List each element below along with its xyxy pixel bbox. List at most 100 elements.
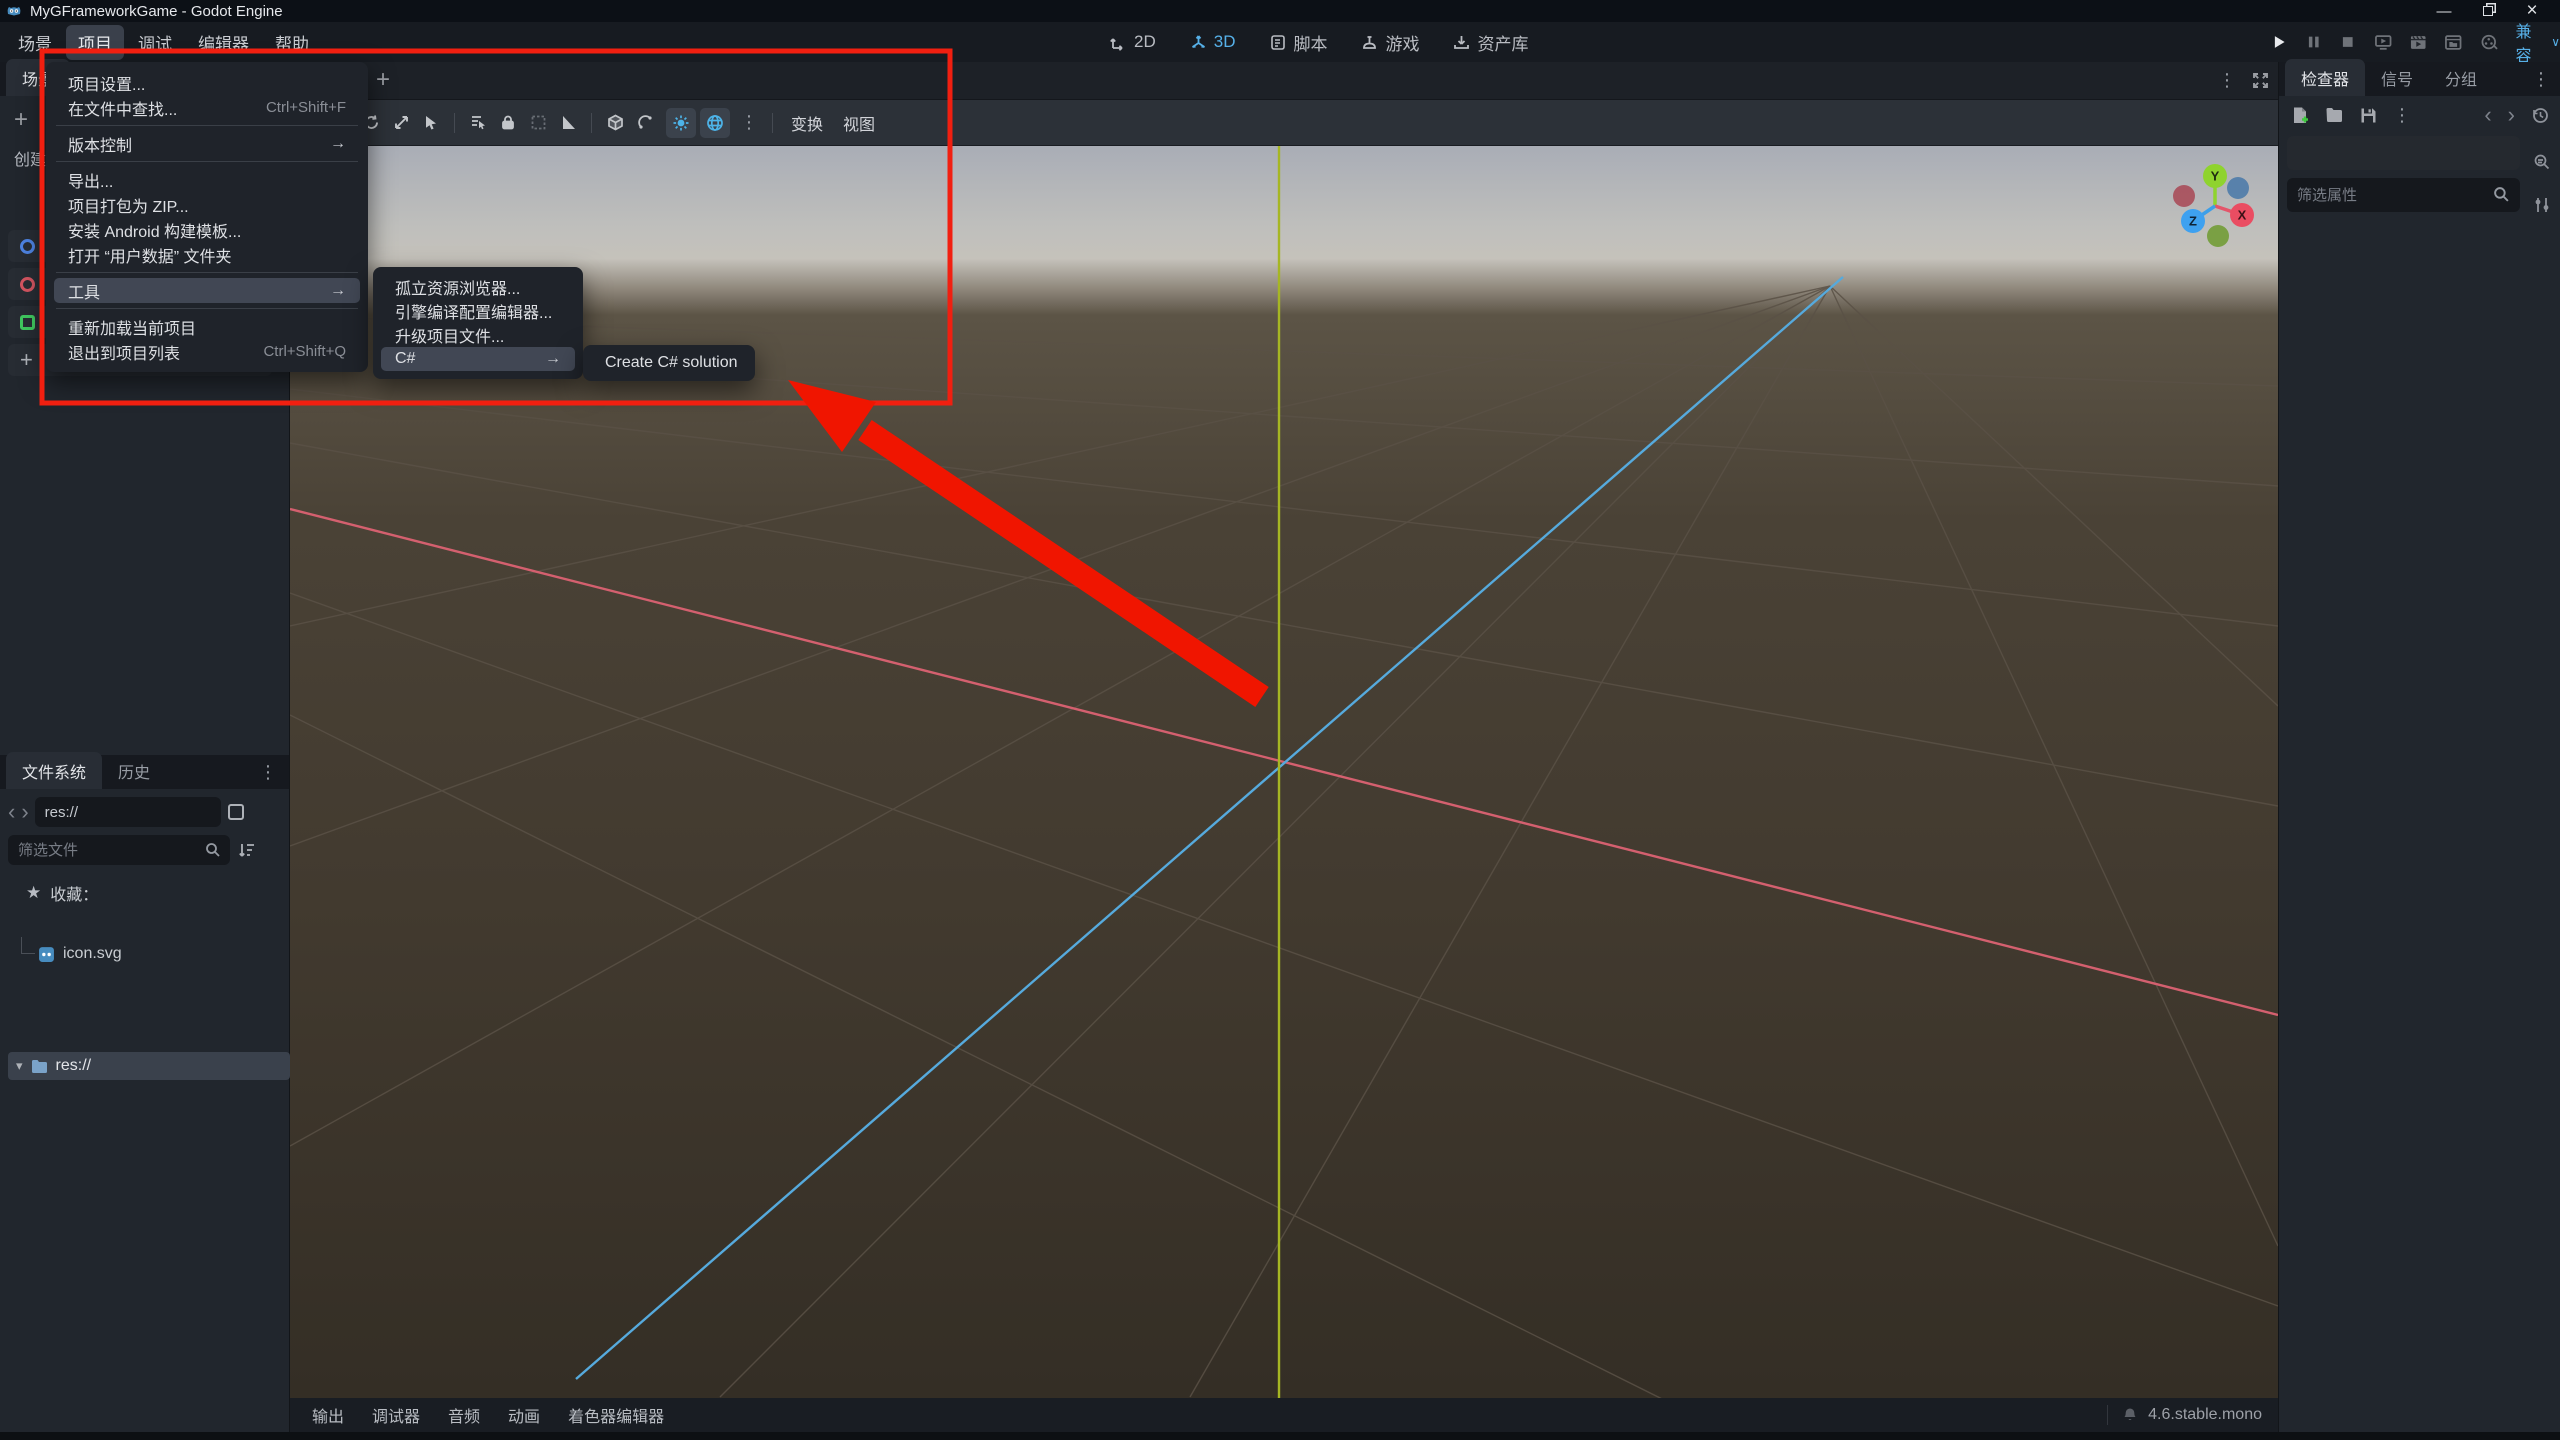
- movie-maker-button[interactable]: [2480, 33, 2498, 52]
- ruler-icon[interactable]: [553, 108, 583, 138]
- save-resource-icon[interactable]: [2360, 107, 2377, 124]
- preview-environment-icon[interactable]: [700, 107, 730, 138]
- scale-mode-icon[interactable]: [386, 108, 416, 138]
- collapse-icon[interactable]: ▾: [16, 1058, 23, 1074]
- menu-item-upgrade-project-files[interactable]: 升级项目文件...: [381, 323, 575, 347]
- menu-item-export[interactable]: 导出...: [54, 167, 360, 192]
- play-remote-button[interactable]: [2374, 33, 2392, 52]
- tab-script[interactable]: 脚本: [1259, 26, 1337, 59]
- tab-history[interactable]: 历史: [102, 752, 166, 789]
- edit-history-icon[interactable]: [2531, 106, 2550, 125]
- menu-debug[interactable]: 调试: [126, 25, 184, 60]
- history-forward-icon[interactable]: ›: [2508, 104, 2515, 126]
- tab-assetlib[interactable]: 资产库: [1443, 26, 1538, 59]
- tab-2d[interactable]: 2D: [1100, 28, 1166, 56]
- 2d-workspace-icon: [1110, 37, 1123, 51]
- tree-guide-line: [21, 937, 35, 954]
- renderer-dropdown[interactable]: 兼容 ∨: [2515, 18, 2560, 66]
- godot-editor-window: MyGFrameworkGame - Godot Engine — × 场景 项…: [0, 0, 2560, 1440]
- panel-animation[interactable]: 动画: [494, 1397, 554, 1433]
- minimize-button[interactable]: —: [2422, 0, 2466, 22]
- menu-help[interactable]: 帮助: [263, 25, 321, 60]
- tab-game[interactable]: 游戏: [1351, 26, 1429, 59]
- scene-tab-list-icon[interactable]: ⋮: [2218, 70, 2236, 91]
- menu-item-tools[interactable]: 工具 →: [54, 278, 360, 303]
- panel-output[interactable]: 输出: [298, 1397, 358, 1433]
- preview-sunlight-icon[interactable]: [666, 107, 696, 138]
- property-tools-icon[interactable]: [2533, 196, 2551, 214]
- stop-button[interactable]: [2339, 33, 2357, 51]
- tab-filesystem[interactable]: 文件系统: [6, 752, 103, 789]
- menu-item-project-settings[interactable]: 项目设置...: [54, 70, 360, 95]
- load-resource-icon[interactable]: [2325, 107, 2344, 123]
- menu-item-orphan-resource-explorer[interactable]: 孤立资源浏览器...: [381, 275, 575, 299]
- transform-menu[interactable]: 变换: [781, 107, 833, 139]
- ui-scene-icon: [20, 314, 35, 330]
- snap-icon[interactable]: [600, 108, 630, 138]
- menu-item-find-in-files[interactable]: 在文件中查找... Ctrl+Shift+F: [54, 95, 360, 120]
- menu-item-create-csharp-solution[interactable]: Create C# solution: [591, 351, 747, 375]
- filter-files-input[interactable]: [8, 835, 230, 865]
- panel-shader-editor[interactable]: 着色器编辑器: [554, 1397, 678, 1433]
- open-docs-icon[interactable]: [2532, 152, 2552, 172]
- folder-icon: [31, 1059, 47, 1073]
- notification-bell-icon[interactable]: [2122, 1407, 2138, 1423]
- restore-button[interactable]: [2466, 0, 2510, 22]
- list-select-icon[interactable]: [416, 108, 446, 138]
- svg-text:Z: Z: [2189, 214, 2197, 229]
- game-workspace-icon: [1363, 35, 1377, 49]
- play-scene-button[interactable]: [2409, 33, 2427, 52]
- filesystem-dock: 文件系统 历史 ⋮ ‹ › ★ 收藏： ▾ res://: [0, 752, 290, 1432]
- history-back-icon[interactable]: ‹: [2484, 104, 2491, 126]
- menu-item-csharp[interactable]: C# →: [381, 347, 575, 371]
- joint-icon[interactable]: [630, 108, 660, 138]
- menu-item-engine-compile-config[interactable]: 引擎编译配置编辑器...: [381, 299, 575, 323]
- new-scene-tab-button[interactable]: +: [376, 66, 390, 94]
- tab-signals[interactable]: 信号: [2365, 59, 2429, 96]
- menu-item-quit-to-project-list[interactable]: 退出到项目列表 Ctrl+Shift+Q: [54, 339, 360, 364]
- axis-gizmo[interactable]: Y X Z: [2153, 146, 2277, 268]
- resource-extra-icon[interactable]: ⋮: [2393, 105, 2411, 126]
- expand-viewport-icon[interactable]: [2252, 72, 2269, 89]
- tools-submenu-popup: 孤立资源浏览器... 引擎编译配置编辑器... 升级项目文件... C# →: [373, 267, 583, 379]
- path-input[interactable]: [34, 797, 221, 827]
- new-resource-icon[interactable]: [2291, 106, 2309, 125]
- panel-debugger[interactable]: 调试器: [358, 1397, 434, 1433]
- nav-back-icon[interactable]: ‹: [8, 801, 15, 823]
- filter-properties-input[interactable]: [2287, 178, 2520, 212]
- menu-item-reload-project[interactable]: 重新加载当前项目: [54, 314, 360, 339]
- lock-icon[interactable]: [493, 108, 523, 138]
- tree-item-res-root[interactable]: ▾ res://: [8, 1052, 290, 1080]
- menu-editor[interactable]: 编辑器: [186, 25, 261, 60]
- tree-item-icon-svg[interactable]: icon.svg: [4, 937, 285, 967]
- menu-item-open-user-data-folder[interactable]: 打开 “用户数据” 文件夹: [54, 242, 360, 267]
- panel-audio[interactable]: 音频: [434, 1397, 494, 1433]
- view-menu[interactable]: 视图: [833, 107, 885, 139]
- menu-scene[interactable]: 场景: [6, 25, 64, 60]
- select-list-icon[interactable]: [463, 108, 493, 138]
- group-icon[interactable]: [523, 108, 553, 138]
- split-view-icon[interactable]: [227, 803, 245, 821]
- tab-3d[interactable]: 3D: [1180, 28, 1246, 56]
- svg-text:X: X: [2238, 208, 2247, 223]
- inspector-dock-menu-icon[interactable]: ⋮: [2522, 63, 2560, 96]
- search-icon: [2494, 187, 2509, 202]
- scene-tab-strip: + ⋮: [290, 62, 2278, 100]
- sort-files-icon[interactable]: [238, 841, 256, 859]
- nav-forward-icon[interactable]: ›: [21, 801, 28, 823]
- tab-inspector[interactable]: 检查器: [2285, 59, 2366, 96]
- menu-item-pack-zip[interactable]: 项目打包为 ZIP...: [54, 192, 360, 217]
- script-workspace-icon: [1271, 34, 1286, 50]
- version-label: 4.6.stable.mono: [2148, 1406, 2262, 1423]
- menu-item-version-control[interactable]: 版本控制 →: [54, 131, 360, 156]
- pause-button[interactable]: [2305, 33, 2323, 51]
- menu-item-install-android-template[interactable]: 安装 Android 构建模板...: [54, 217, 360, 242]
- plus-icon: +: [20, 347, 33, 372]
- viewport-extra-options-icon[interactable]: ⋮: [734, 108, 764, 138]
- tab-groups[interactable]: 分组: [2429, 59, 2493, 96]
- viewport-3d[interactable]: Y X Z: [290, 146, 2278, 1398]
- filesystem-dock-menu-icon[interactable]: ⋮: [247, 756, 289, 789]
- menu-project[interactable]: 项目: [66, 24, 124, 60]
- play-custom-scene-button[interactable]: [2444, 33, 2462, 52]
- play-button[interactable]: [2270, 33, 2288, 51]
